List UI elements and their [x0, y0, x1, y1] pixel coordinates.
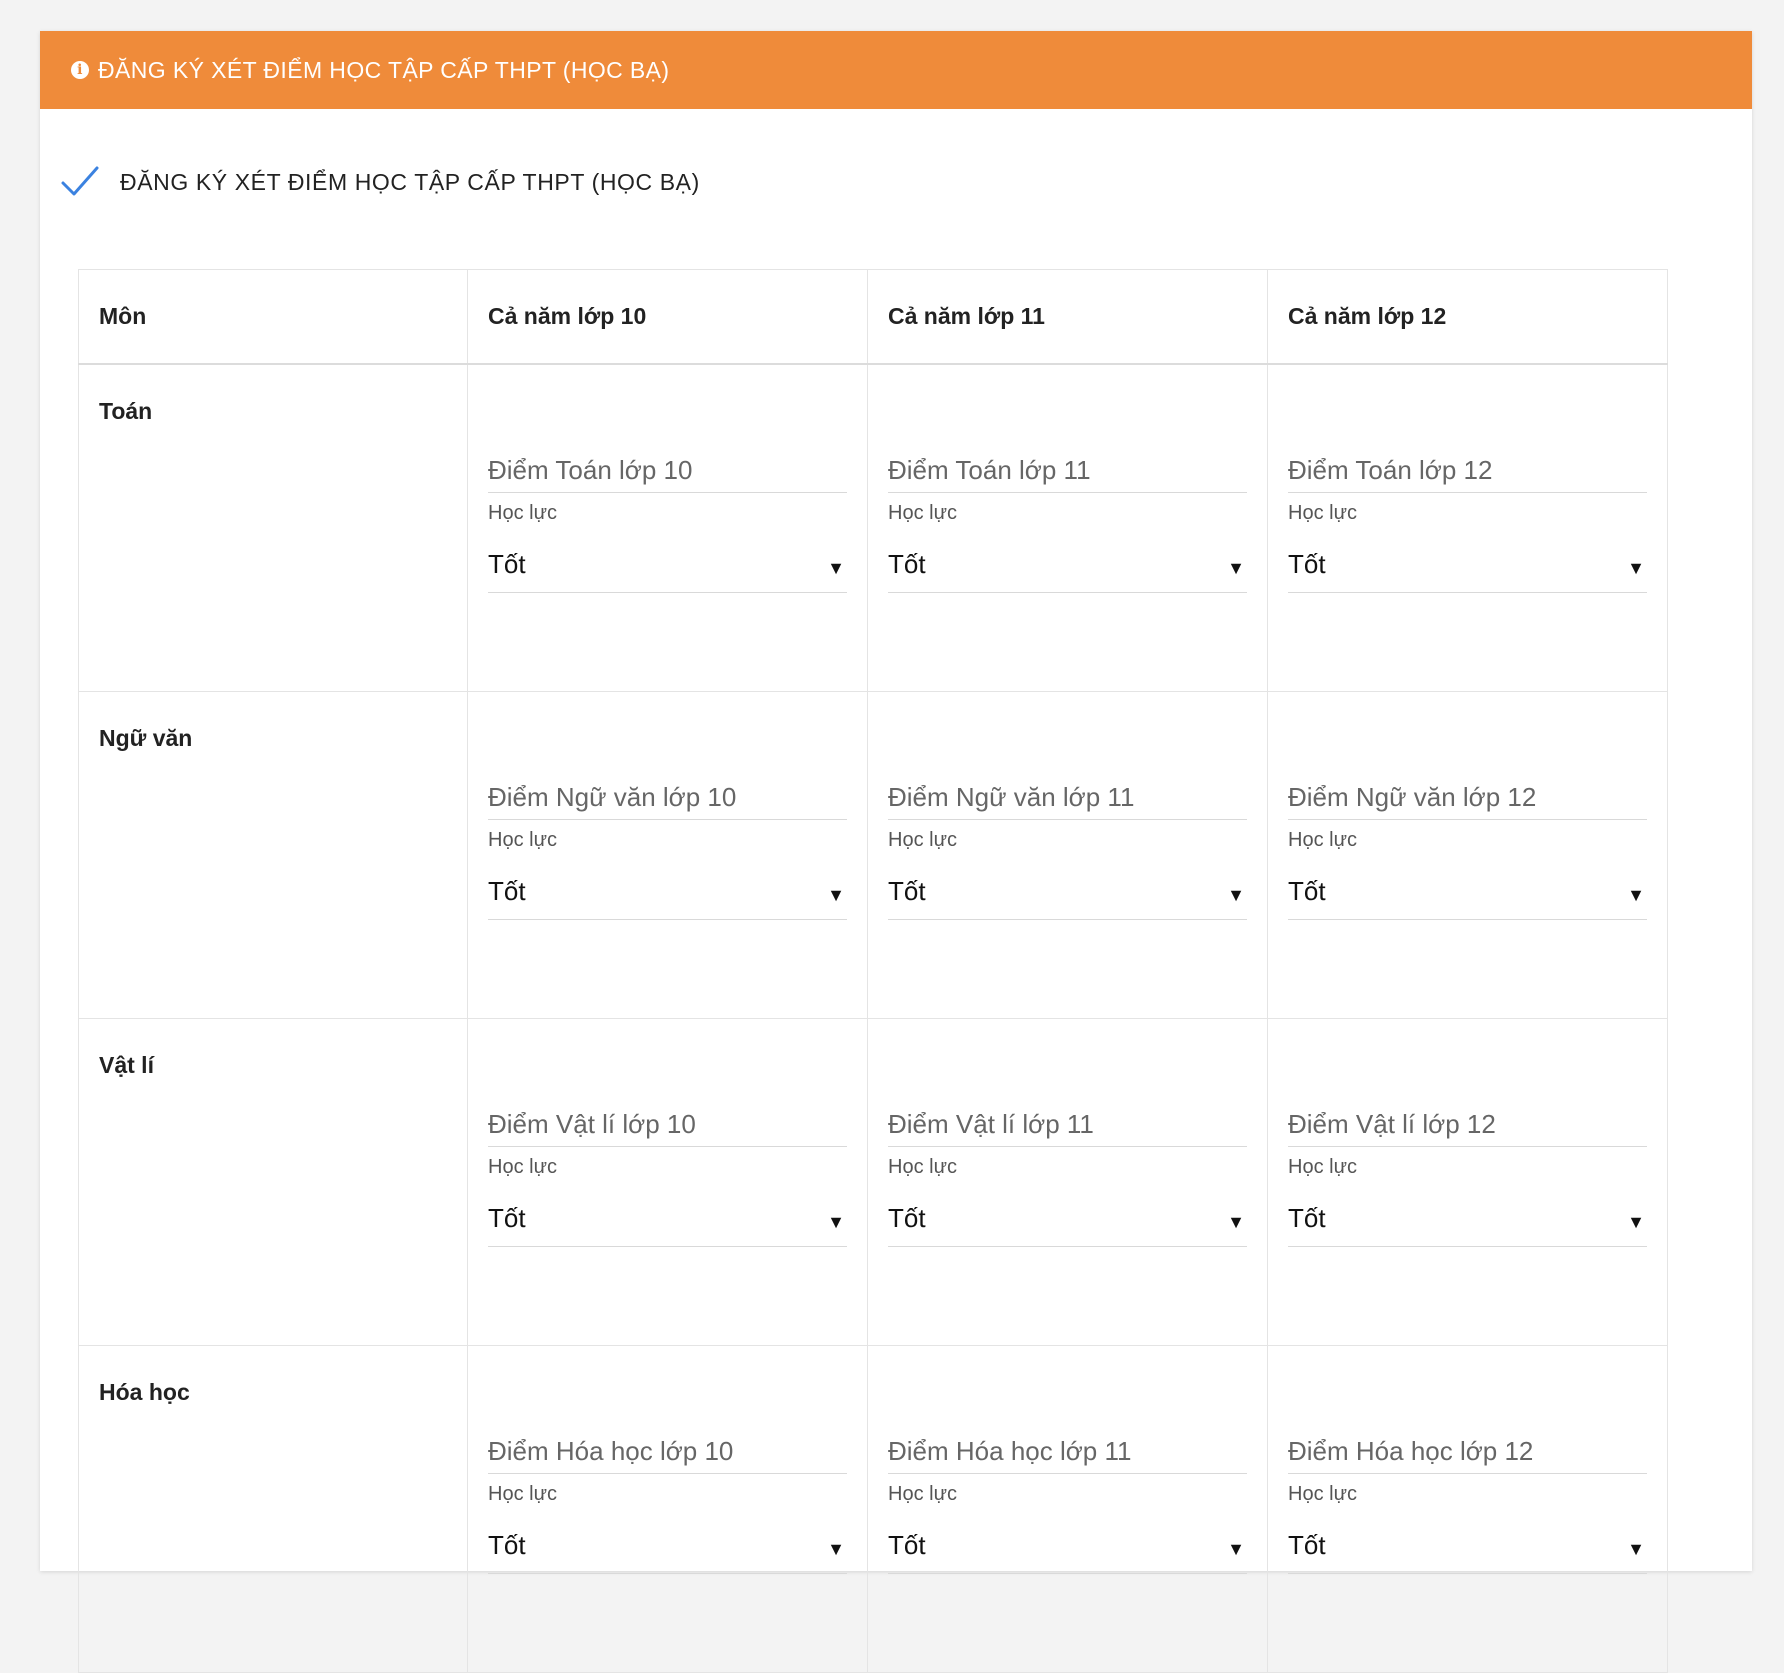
subject-name: Hóa học [78, 1345, 468, 1673]
rank-label: Học lực [1288, 829, 1357, 851]
rank-value: Tốt [1288, 875, 1326, 906]
rank-value: Tốt [1288, 1202, 1326, 1233]
rank-select[interactable]: Tốt ▼ [888, 1190, 1247, 1247]
rank-select[interactable]: Tốt ▼ [1288, 1517, 1647, 1574]
table-row: Hóa học Học lực Tốt ▼ Học lực Tốt ▼ [78, 1345, 1668, 1673]
subject-name: Vật lí [78, 1018, 468, 1346]
caret-down-icon: ▼ [827, 558, 845, 578]
grade-cell: Học lực Tốt ▼ [1267, 363, 1668, 692]
score-input[interactable] [1288, 1103, 1647, 1147]
rank-value: Tốt [888, 875, 926, 906]
caret-down-icon: ▼ [1227, 1539, 1245, 1559]
grade-cell: Học lực Tốt ▼ [467, 1345, 868, 1673]
rank-select[interactable]: Tốt ▼ [488, 1517, 847, 1574]
grade-cell: Học lực Tốt ▼ [467, 363, 868, 692]
rank-label: Học lực [888, 1483, 957, 1505]
grade-cell: Học lực Tốt ▼ [467, 691, 868, 1019]
table-header-row: Môn Cả năm lớp 10 Cả năm lớp 11 Cả năm l… [78, 269, 1668, 365]
caret-down-icon: ▼ [1627, 558, 1645, 578]
caret-down-icon: ▼ [827, 1539, 845, 1559]
registration-panel: i ĐĂNG KÝ XÉT ĐIỂM HỌC TẬP CẤP THPT (HỌC… [40, 31, 1752, 1673]
rank-label: Học lực [488, 502, 557, 524]
rank-select[interactable]: Tốt ▼ [488, 863, 847, 920]
rank-label: Học lực [888, 1156, 957, 1178]
grade-cell: Học lực Tốt ▼ [467, 1018, 868, 1346]
score-input[interactable] [888, 1103, 1247, 1147]
rank-label: Học lực [488, 829, 557, 851]
score-input[interactable] [488, 449, 847, 493]
grade-cell: Học lực Tốt ▼ [867, 691, 1268, 1019]
table-row: Ngữ văn Học lực Tốt ▼ Học lực Tốt ▼ [78, 691, 1668, 1019]
rank-value: Tốt [488, 1202, 526, 1233]
rank-select[interactable]: Tốt ▼ [1288, 536, 1647, 593]
caret-down-icon: ▼ [1227, 1212, 1245, 1232]
rank-select[interactable]: Tốt ▼ [488, 536, 847, 593]
registration-option[interactable]: ĐĂNG KÝ XÉT ĐIỂM HỌC TẬP CẤP THPT (HỌC B… [60, 165, 700, 199]
rank-label: Học lực [1288, 1156, 1357, 1178]
grade-cell: Học lực Tốt ▼ [867, 363, 1268, 692]
caret-down-icon: ▼ [827, 885, 845, 905]
score-input[interactable] [888, 776, 1247, 820]
grade-cell: Học lực Tốt ▼ [867, 1345, 1268, 1673]
score-input[interactable] [888, 1430, 1247, 1474]
registration-option-label: ĐĂNG KÝ XÉT ĐIỂM HỌC TẬP CẤP THPT (HỌC B… [120, 168, 700, 195]
column-header-subject: Môn [78, 269, 468, 365]
rank-select[interactable]: Tốt ▼ [888, 1517, 1247, 1574]
grade-cell: Học lực Tốt ▼ [1267, 1018, 1668, 1346]
score-input[interactable] [1288, 449, 1647, 493]
score-input[interactable] [488, 776, 847, 820]
info-icon: i [71, 61, 89, 79]
rank-value: Tốt [488, 548, 526, 579]
rank-label: Học lực [888, 502, 957, 524]
caret-down-icon: ▼ [1227, 558, 1245, 578]
rank-value: Tốt [888, 1529, 926, 1560]
rank-value: Tốt [1288, 1529, 1326, 1560]
rank-select[interactable]: Tốt ▼ [1288, 863, 1647, 920]
rank-label: Học lực [488, 1483, 557, 1505]
rank-value: Tốt [488, 875, 526, 906]
table-row: Toán Học lực Tốt ▼ Học lực Tốt ▼ [78, 363, 1668, 692]
rank-select[interactable]: Tốt ▼ [888, 863, 1247, 920]
caret-down-icon: ▼ [827, 1212, 845, 1232]
score-input[interactable] [1288, 1430, 1647, 1474]
grade-cell: Học lực Tốt ▼ [1267, 691, 1668, 1019]
rank-label: Học lực [1288, 502, 1357, 524]
column-header-grade-11: Cả năm lớp 11 [867, 269, 1268, 365]
score-input[interactable] [488, 1103, 847, 1147]
grade-table: Môn Cả năm lớp 10 Cả năm lớp 11 Cả năm l… [78, 269, 1668, 1673]
subject-name: Toán [78, 363, 468, 692]
rank-select[interactable]: Tốt ▼ [488, 1190, 847, 1247]
score-input[interactable] [488, 1430, 847, 1474]
grade-cell: Học lực Tốt ▼ [1267, 1345, 1668, 1673]
grade-cell: Học lực Tốt ▼ [867, 1018, 1268, 1346]
rank-value: Tốt [888, 548, 926, 579]
caret-down-icon: ▼ [1227, 885, 1245, 905]
panel-header: i ĐĂNG KÝ XÉT ĐIỂM HỌC TẬP CẤP THPT (HỌC… [40, 31, 1752, 109]
score-input[interactable] [1288, 776, 1647, 820]
rank-select[interactable]: Tốt ▼ [888, 536, 1247, 593]
rank-value: Tốt [488, 1529, 526, 1560]
caret-down-icon: ▼ [1627, 1539, 1645, 1559]
rank-label: Học lực [888, 829, 957, 851]
caret-down-icon: ▼ [1627, 885, 1645, 905]
score-input[interactable] [888, 449, 1247, 493]
rank-select[interactable]: Tốt ▼ [1288, 1190, 1647, 1247]
column-header-grade-12: Cả năm lớp 12 [1267, 269, 1668, 365]
column-header-grade-10: Cả năm lớp 10 [467, 269, 868, 365]
rank-value: Tốt [888, 1202, 926, 1233]
panel-title: ĐĂNG KÝ XÉT ĐIỂM HỌC TẬP CẤP THPT (HỌC B… [98, 56, 670, 83]
subject-name: Ngữ văn [78, 691, 468, 1019]
table-row: Vật lí Học lực Tốt ▼ Học lực Tốt ▼ [78, 1018, 1668, 1346]
checkmark-icon[interactable] [60, 165, 100, 199]
rank-label: Học lực [1288, 1483, 1357, 1505]
rank-label: Học lực [488, 1156, 557, 1178]
rank-value: Tốt [1288, 548, 1326, 579]
caret-down-icon: ▼ [1627, 1212, 1645, 1232]
